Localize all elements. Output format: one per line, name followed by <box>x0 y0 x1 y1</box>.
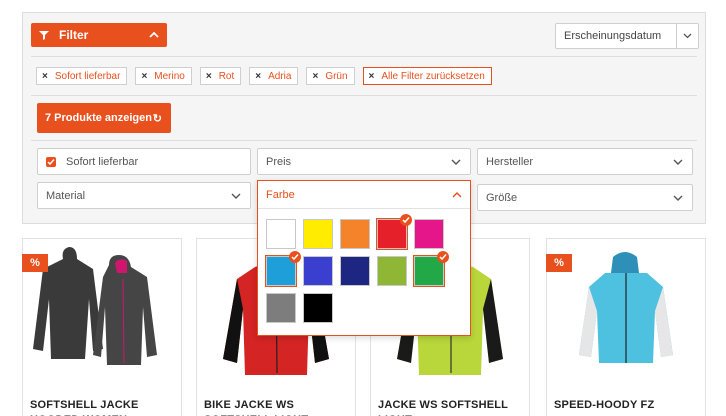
filter-toggle-button[interactable]: Filter <box>31 23 167 47</box>
color-swatch-dunkelblau[interactable] <box>340 256 370 286</box>
tag-label: Rot <box>218 70 235 82</box>
chevron-up-icon <box>452 192 462 198</box>
size-filter-select[interactable]: Größe <box>477 184 693 211</box>
color-swatch-blau[interactable] <box>303 256 333 286</box>
close-icon: × <box>205 70 212 82</box>
manufacturer-label: Hersteller <box>486 155 534 168</box>
material-filter-select[interactable]: Material <box>37 182 251 209</box>
page: Filter Erscheinungsdatum × Sofort lieferb… <box>0 0 726 416</box>
chevron-down-icon <box>231 193 241 199</box>
sort-select[interactable]: Erscheinungsdatum <box>555 23 699 49</box>
close-icon: × <box>141 70 148 82</box>
divider <box>31 56 697 57</box>
active-filter-tag[interactable]: × Rot <box>199 67 242 85</box>
tag-label: Grün <box>325 70 348 82</box>
tag-label: Adria <box>268 70 292 82</box>
color-swatch-hellgruen[interactable] <box>377 256 407 286</box>
color-swatch-pink[interactable] <box>414 219 444 249</box>
size-label: Größe <box>486 191 518 204</box>
check-icon <box>400 214 412 226</box>
close-icon: × <box>255 70 262 82</box>
color-filter-header[interactable]: Farbe <box>258 181 470 209</box>
color-swatch-grid <box>265 214 449 323</box>
price-label: Preis <box>266 155 292 168</box>
check-icon <box>437 251 449 263</box>
color-swatch-schwarz[interactable] <box>303 293 333 323</box>
close-icon: × <box>368 70 375 82</box>
instock-checkbox-field[interactable]: Sofort lieferbar <box>37 148 251 175</box>
color-swatch-rot[interactable] <box>376 214 412 250</box>
chevron-up-icon <box>149 31 159 38</box>
product-title[interactable]: SOFTSHELL JACKE HOODED WOMEN <box>30 398 180 416</box>
color-label: Farbe <box>266 188 295 201</box>
close-icon: × <box>312 70 319 82</box>
chevron-down-icon <box>673 159 683 165</box>
color-swatch-orange[interactable] <box>340 219 370 249</box>
sort-select-toggle[interactable] <box>676 24 698 48</box>
manufacturer-filter-select[interactable]: Hersteller <box>477 148 693 175</box>
color-filter-dropdown[interactable]: Farbe <box>257 180 471 336</box>
sort-select-value: Erscheinungsdatum <box>564 30 662 42</box>
chevron-down-icon <box>451 159 461 165</box>
instock-label: Sofort lieferbar <box>66 155 139 168</box>
reset-filters-button[interactable]: × Alle Filter zurücksetzen <box>362 67 492 85</box>
divider <box>31 95 697 96</box>
price-filter-select[interactable]: Preis <box>257 148 471 175</box>
active-filter-tag[interactable]: × Adria <box>249 67 299 85</box>
active-filter-tag[interactable]: × Sofort lieferbar <box>36 67 128 85</box>
show-products-button[interactable]: 7 Produkte anzeigen ↻ <box>37 103 171 133</box>
product-title[interactable]: BIKE JACKE WS SOFTSHELL LIGHT <box>204 398 354 416</box>
chevron-down-icon <box>683 33 692 39</box>
color-swatch-gelb[interactable] <box>303 219 333 249</box>
product-title[interactable]: JACKE WS SOFTSHELL LIGHT <box>378 398 528 416</box>
funnel-icon <box>39 31 49 40</box>
color-swatch-adria[interactable] <box>265 251 301 287</box>
tag-label: Sofort lieferbar <box>54 70 121 82</box>
active-filter-tag[interactable]: × Grün <box>306 67 355 85</box>
divider <box>31 140 697 141</box>
filter-toggle-label: Filter <box>59 28 89 42</box>
color-swatch-grau[interactable] <box>266 293 296 323</box>
tag-label: Merino <box>154 70 185 82</box>
refresh-icon: ↻ <box>152 112 162 125</box>
material-label: Material <box>46 189 86 202</box>
product-card[interactable]: % SOFTSHELL JACKE HOODED WOMEN <box>22 238 182 416</box>
discount-badge: % <box>22 254 48 272</box>
show-products-label: 7 Produkte anzeigen <box>45 112 152 124</box>
product-card[interactable]: % SPEED-HOODY FZ <box>546 238 706 416</box>
color-swatch-gruen[interactable] <box>413 251 449 287</box>
check-icon <box>289 251 301 263</box>
chevron-down-icon <box>673 195 683 201</box>
product-title[interactable]: SPEED-HOODY FZ <box>554 398 704 413</box>
active-filter-tag[interactable]: × Merino <box>135 67 192 85</box>
close-icon: × <box>42 70 48 82</box>
active-filter-tags: × Sofort lieferbar × Merino × Rot × Adria × G… <box>36 67 492 85</box>
checkbox-checked-icon[interactable] <box>46 156 56 167</box>
discount-badge: % <box>546 254 572 272</box>
color-swatch-weiss[interactable] <box>266 219 296 249</box>
reset-filters-label: Alle Filter zurücksetzen <box>381 70 485 82</box>
